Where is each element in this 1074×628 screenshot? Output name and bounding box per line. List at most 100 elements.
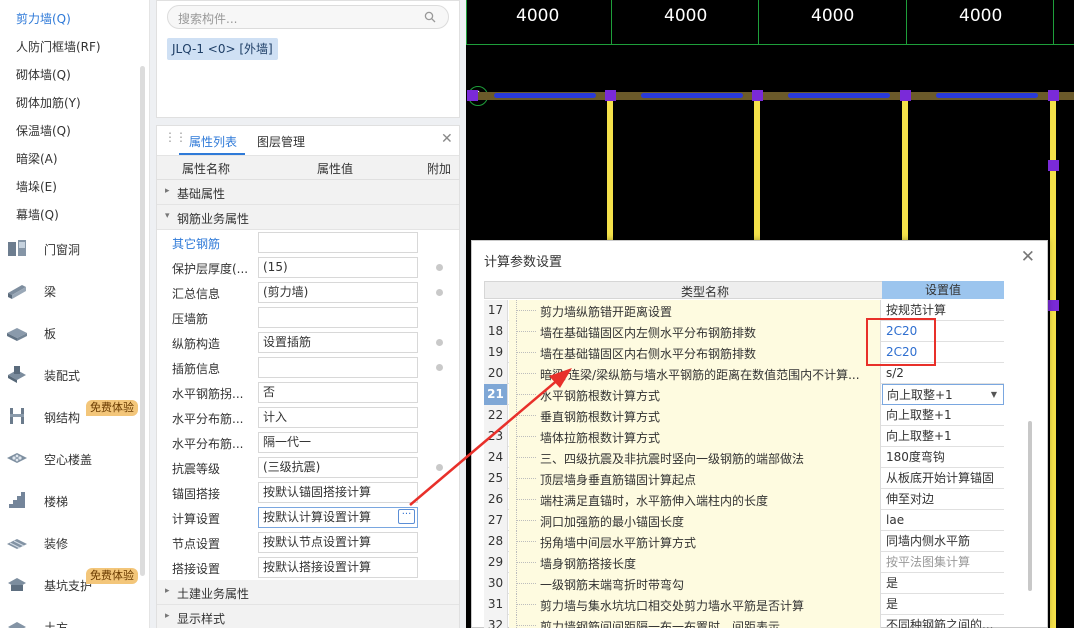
attach-dot-icon[interactable] xyxy=(436,289,443,296)
chevron-down-icon[interactable]: ▼ xyxy=(991,385,997,404)
prop-row-cover-thickness[interactable]: 保护层厚度(... (15) xyxy=(157,255,459,280)
column-node[interactable] xyxy=(467,90,478,101)
param-value[interactable]: 按平法图集计算 xyxy=(882,552,1004,573)
column-node[interactable] xyxy=(1048,300,1059,311)
param-value[interactable]: 同墙内侧水平筋 xyxy=(882,531,1004,552)
attach-dot-icon[interactable] xyxy=(436,464,443,471)
attach-dot-icon[interactable] xyxy=(436,264,443,271)
tree-item-wall-pier[interactable]: 墙垛(E) xyxy=(16,178,57,195)
param-value[interactable]: 是 xyxy=(882,594,1004,615)
param-row[interactable]: 30 一级钢筋末端弯折时带弯勾 是 xyxy=(484,573,1004,594)
free-trial-badge[interactable]: 免费体验 xyxy=(86,568,138,584)
search-icon[interactable] xyxy=(424,11,436,23)
wall-vertical[interactable] xyxy=(902,98,908,243)
prop-value[interactable] xyxy=(258,307,418,328)
tree-scrollbar[interactable] xyxy=(140,66,145,576)
param-row[interactable]: 32 剪力墙钢筋间间距隔一布一布置时，间距表示 不同种钢筋之间的... xyxy=(484,615,1004,628)
component-search-input[interactable]: 搜索构件... xyxy=(167,5,449,29)
param-value[interactable]: 180度弯钩 xyxy=(882,447,1004,468)
column-node[interactable] xyxy=(1048,160,1059,171)
group-civil-properties[interactable]: ▸ 土建业务属性 xyxy=(157,580,459,605)
free-trial-badge[interactable]: 免费体验 xyxy=(86,400,138,416)
category-prefab[interactable]: 装配式 xyxy=(0,355,140,395)
tree-item-shear-wall[interactable]: 剪力墙(Q) xyxy=(16,10,71,27)
prop-row-longitudinal[interactable]: 纵筋构造 设置插筋 xyxy=(157,330,459,355)
category-steel-structure[interactable]: 钢结构 免费体验 xyxy=(0,397,140,437)
prop-value[interactable]: 计入 xyxy=(258,407,418,428)
dialog-scrollbar[interactable] xyxy=(1028,421,1032,591)
prop-row-horizontal-dist-1[interactable]: 水平分布筋... 计入 xyxy=(157,405,459,430)
prop-value[interactable]: 按默认锚固搭接计算 xyxy=(258,482,418,503)
prop-row-horizontal-bend[interactable]: 水平钢筋拐... 否 xyxy=(157,380,459,405)
tree-item-curtain-wall[interactable]: 幕墙(Q) xyxy=(16,206,59,223)
prop-value[interactable]: (剪力墙) xyxy=(258,282,418,303)
param-row[interactable]: 24 三、四级抗震及非抗震时竖向一级钢筋的端部做法 180度弯钩 xyxy=(484,447,1004,468)
prop-value[interactable]: 否 xyxy=(258,382,418,403)
selected-component[interactable]: JLQ-1 <0> [外墙] xyxy=(167,38,278,60)
param-row[interactable]: 20 暗梁/连梁/梁纵筋与墙水平钢筋的距离在数值范围内不计算... s/2 xyxy=(484,363,1004,384)
tree-item-masonry-rebar[interactable]: 砌体加筋(Y) xyxy=(16,94,81,111)
tree-item-masonry-wall[interactable]: 砌体墙(Q) xyxy=(16,66,71,83)
attach-dot-icon[interactable] xyxy=(436,339,443,346)
column-node[interactable] xyxy=(752,90,763,101)
attach-dot-icon[interactable] xyxy=(436,364,443,371)
prop-row-seismic-grade[interactable]: 抗震等级 (三级抗震) xyxy=(157,455,459,480)
prop-value[interactable]: 按默认节点设置计算 xyxy=(258,532,418,553)
param-value[interactable]: 向上取整+1 xyxy=(882,405,1004,426)
close-icon[interactable]: ✕ xyxy=(1021,247,1035,267)
tree-item-insulation-wall[interactable]: 保温墙(Q) xyxy=(16,122,71,139)
param-row[interactable]: 26 端柱满足直锚时，水平筋伸入端柱内的长度 伸至对边 xyxy=(484,489,1004,510)
prop-row-pressure-bar[interactable]: 压墙筋 xyxy=(157,305,459,330)
param-value[interactable]: 是 xyxy=(882,573,1004,594)
category-decoration[interactable]: 装修 xyxy=(0,523,140,563)
param-row[interactable]: 21 水平钢筋根数计算方式 向上取整+1 ▼ xyxy=(484,384,1004,405)
column-node[interactable] xyxy=(900,90,911,101)
prop-row-summary[interactable]: 汇总信息 (剪力墙) xyxy=(157,280,459,305)
tab-layer-management[interactable]: 图层管理 xyxy=(257,133,305,150)
prop-value[interactable]: (三级抗震) xyxy=(258,457,418,478)
prop-value[interactable] xyxy=(258,232,418,253)
category-door-window[interactable]: 门窗洞 xyxy=(0,229,140,269)
prop-row-horizontal-dist-2[interactable]: 水平分布筋... 隔一代一 xyxy=(157,430,459,455)
prop-value[interactable]: 按默认计算设置计算 xyxy=(258,507,418,528)
prop-value[interactable]: 设置插筋 xyxy=(258,332,418,353)
prop-row-node-settings[interactable]: 节点设置 按默认节点设置计算 xyxy=(157,530,459,555)
group-rebar-properties[interactable]: ▾ 钢筋业务属性 xyxy=(157,205,459,230)
prop-row-other-rebar[interactable]: 其它钢筋 xyxy=(157,230,459,255)
prop-value[interactable] xyxy=(258,357,418,378)
param-row[interactable]: 25 顶层墙身垂直筋锚固计算起点 从板底开始计算锚固 xyxy=(484,468,1004,489)
prop-row-lap-settings[interactable]: 搭接设置 按默认搭接设置计算 xyxy=(157,555,459,580)
param-row[interactable]: 29 墙身钢筋搭接长度 按平法图集计算 xyxy=(484,552,1004,573)
prop-row-dowel-info[interactable]: 插筋信息 xyxy=(157,355,459,380)
category-beam[interactable]: 梁 xyxy=(0,271,140,311)
wall-vertical[interactable] xyxy=(607,98,613,243)
wall-vertical[interactable] xyxy=(1050,98,1056,628)
param-row[interactable]: 28 拐角墙中间层水平筋计算方式 同墙内侧水平筋 xyxy=(484,531,1004,552)
category-earthwork[interactable]: 土方 xyxy=(0,607,140,628)
param-value[interactable]: s/2 xyxy=(882,363,1004,384)
group-display-style[interactable]: ▸ 显示样式 xyxy=(157,605,459,628)
param-row[interactable]: 27 洞口加强筋的最小锚固长度 lae xyxy=(484,510,1004,531)
prop-value[interactable]: 按默认搭接设置计算 xyxy=(258,557,418,578)
param-value[interactable]: 从板底开始计算锚固 xyxy=(882,468,1004,489)
group-basic-properties[interactable]: ▸ 基础属性 xyxy=(157,180,459,205)
prop-name[interactable]: 其它钢筋 xyxy=(172,235,220,252)
param-row[interactable]: 22 垂直钢筋根数计算方式 向上取整+1 xyxy=(484,405,1004,426)
prop-row-calc-settings[interactable]: 计算设置 按默认计算设置计算 ··· xyxy=(157,505,459,530)
tree-item-civil-defense-door-wall[interactable]: 人防门框墙(RF) xyxy=(16,38,101,55)
category-slab[interactable]: 板 xyxy=(0,313,140,353)
param-value[interactable]: 不同种钢筋之间的... xyxy=(882,615,1004,628)
tree-item-hidden-beam[interactable]: 暗梁(A) xyxy=(16,150,58,167)
param-value[interactable]: 伸至对边 xyxy=(882,489,1004,510)
more-options-button[interactable]: ··· xyxy=(398,509,415,524)
tab-property-list[interactable]: 属性列表 xyxy=(189,133,237,150)
param-row[interactable]: 31 剪力墙与集水坑坑口相交处剪力墙水平筋是否计算 是 xyxy=(484,594,1004,615)
param-row[interactable]: 23 墙体拉筋根数计算方式 向上取整+1 xyxy=(484,426,1004,447)
category-hollow-floor[interactable]: 空心楼盖 xyxy=(0,439,140,479)
wall-vertical[interactable] xyxy=(754,98,760,243)
param-value-dropdown[interactable]: 向上取整+1 ▼ xyxy=(882,384,1004,405)
column-node[interactable] xyxy=(1048,90,1059,101)
close-icon[interactable]: ✕ xyxy=(441,131,453,147)
prop-value[interactable]: (15) xyxy=(258,257,418,278)
column-node[interactable] xyxy=(605,90,616,101)
